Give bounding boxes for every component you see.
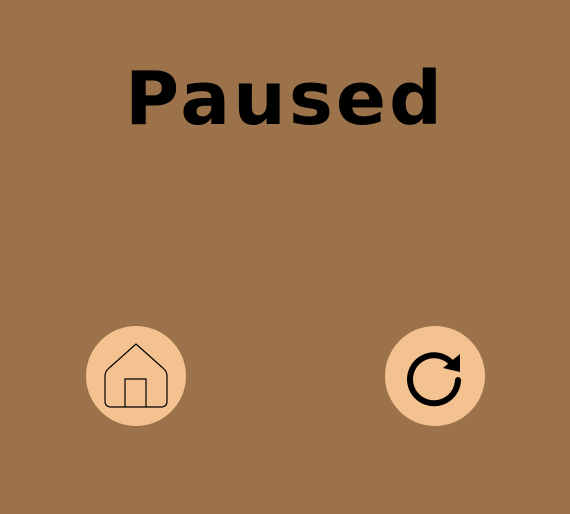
- pause-screen: Paused: [0, 0, 570, 514]
- paused-title: Paused: [124, 56, 446, 142]
- home-icon: [104, 343, 168, 408]
- home-button[interactable]: [86, 326, 186, 426]
- restart-button[interactable]: [385, 326, 485, 426]
- restart-icon: [407, 352, 461, 407]
